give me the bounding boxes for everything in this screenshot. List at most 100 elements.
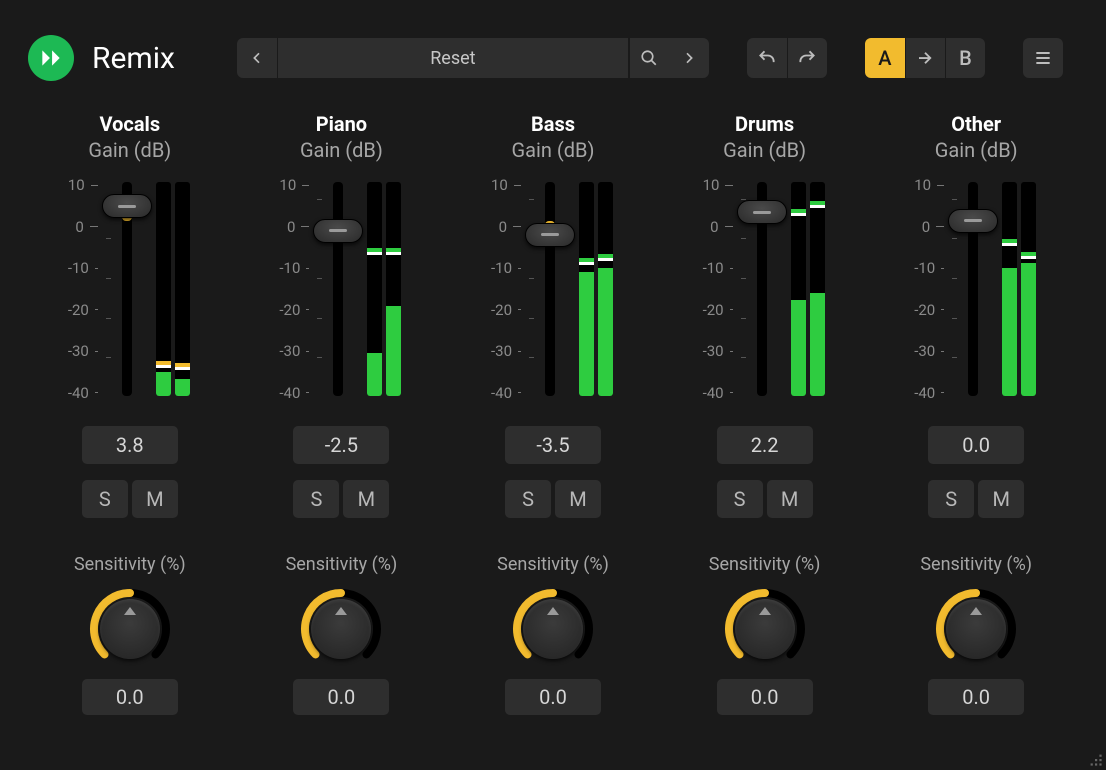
sensitivity-value-input[interactable]: 0.0	[928, 679, 1024, 715]
scale-tick-label: -10	[279, 263, 309, 273]
gain-label: Gain (dB)	[512, 138, 595, 162]
channel-drums: Drums Gain (dB) 100-10-20-30-40 2.2 S M	[659, 112, 871, 715]
sensitivity-value-input[interactable]: 0.0	[293, 679, 389, 715]
scale-tick-label: -20	[491, 305, 521, 315]
gain-label: Gain (dB)	[300, 138, 383, 162]
gain-label: Gain (dB)	[88, 138, 171, 162]
gain-track[interactable]	[545, 182, 555, 396]
solo-mute-row: S M	[82, 480, 178, 518]
menu-button[interactable]	[1023, 38, 1063, 78]
history-controls	[747, 38, 827, 78]
scale-tick-label: -10	[703, 263, 733, 273]
gain-fader-area: 100-10-20-30-40	[70, 180, 190, 398]
sensitivity-value-input[interactable]: 0.0	[505, 679, 601, 715]
knob-indicator-icon	[523, 599, 583, 659]
search-button[interactable]	[629, 38, 669, 78]
solo-button[interactable]: S	[717, 480, 763, 518]
slot-a-button[interactable]: A	[865, 38, 905, 78]
gain-scale: 100-10-20-30-40	[68, 180, 98, 398]
knob-indicator-icon	[100, 599, 160, 659]
level-meter-right	[1021, 182, 1036, 396]
gain-value-input[interactable]: -3.5	[505, 426, 601, 464]
copy-a-to-b-button[interactable]	[905, 38, 945, 78]
mute-button[interactable]: M	[132, 480, 178, 518]
gain-fader-area: 100-10-20-30-40	[705, 180, 825, 398]
gain-fader-area: 100-10-20-30-40	[493, 180, 613, 398]
channel-piano: Piano Gain (dB) 100-10-20-30-40 -2.5 S M	[236, 112, 448, 715]
channel-name: Piano	[316, 112, 367, 136]
scale-tick-label: -30	[279, 346, 309, 356]
channel-name: Other	[951, 112, 1001, 136]
level-meters	[1002, 182, 1036, 396]
gain-thumb[interactable]	[102, 194, 152, 218]
sensitivity-knob[interactable]	[509, 585, 597, 673]
gain-value-input[interactable]: 2.2	[717, 426, 813, 464]
mute-button[interactable]: M	[978, 480, 1024, 518]
preset-label: Reset	[430, 48, 475, 69]
logo: Remix	[28, 35, 175, 81]
gain-fader-area: 100-10-20-30-40	[916, 180, 1036, 398]
level-meters	[791, 182, 825, 396]
undo-button[interactable]	[747, 38, 787, 78]
mute-button[interactable]: M	[343, 480, 389, 518]
knob-indicator-icon	[735, 599, 795, 659]
gain-value-input[interactable]: -2.5	[293, 426, 389, 464]
gain-scale: 100-10-20-30-40	[703, 180, 733, 398]
slot-b-button[interactable]: B	[945, 38, 985, 78]
mute-button[interactable]: M	[767, 480, 813, 518]
solo-mute-row: S M	[505, 480, 601, 518]
channel-other: Other Gain (dB) 100-10-20-30-40 0.0 S M	[870, 112, 1082, 715]
scale-tick-label: -10	[68, 263, 98, 273]
prev-preset-button[interactable]	[237, 38, 277, 78]
scale-tick-label: -20	[703, 305, 733, 315]
app-title: Remix	[92, 41, 175, 76]
gain-value-input[interactable]: 3.8	[82, 426, 178, 464]
solo-button[interactable]: S	[293, 480, 339, 518]
gain-track[interactable]	[757, 182, 767, 396]
gain-thumb[interactable]	[313, 219, 363, 243]
level-meter-right	[386, 182, 401, 396]
solo-button[interactable]: S	[928, 480, 974, 518]
redo-button[interactable]	[787, 38, 827, 78]
gain-track[interactable]	[333, 182, 343, 396]
solo-mute-row: S M	[717, 480, 813, 518]
level-meter-left	[156, 182, 171, 396]
scale-tick-label: -30	[491, 346, 521, 356]
channel-name: Vocals	[100, 112, 161, 136]
sensitivity-value-input[interactable]: 0.0	[82, 679, 178, 715]
preset-selector[interactable]: Reset	[277, 38, 629, 78]
level-meter-right	[810, 182, 825, 396]
sensitivity-value-input[interactable]: 0.0	[717, 679, 813, 715]
sensitivity-label: Sensitivity (%)	[74, 554, 186, 575]
gain-thumb[interactable]	[737, 200, 787, 224]
scale-tick-label: -30	[914, 346, 944, 356]
scale-tick-label: 0	[491, 222, 521, 232]
mute-button[interactable]: M	[555, 480, 601, 518]
level-meter-right	[175, 182, 190, 396]
sensitivity-knob[interactable]	[297, 585, 385, 673]
scale-tick-label: -20	[914, 305, 944, 315]
scale-tick-label: -10	[914, 263, 944, 273]
gain-thumb[interactable]	[948, 209, 998, 233]
scale-tick-label: 10	[279, 180, 309, 190]
scale-tick-label: -40	[68, 388, 98, 398]
scale-tick-label: 10	[914, 180, 944, 190]
resize-grip[interactable]	[1084, 748, 1106, 770]
next-preset-button[interactable]	[669, 38, 709, 78]
gain-track[interactable]	[122, 182, 132, 396]
sensitivity-knob[interactable]	[932, 585, 1020, 673]
sensitivity-knob[interactable]	[721, 585, 809, 673]
gain-track[interactable]	[968, 182, 978, 396]
scale-tick-label: -40	[491, 388, 521, 398]
scale-tick-label: 10	[491, 180, 521, 190]
gain-thumb[interactable]	[525, 223, 575, 247]
sensitivity-knob[interactable]	[86, 585, 174, 673]
scale-tick-label: -40	[279, 388, 309, 398]
header: Remix Reset A B	[0, 0, 1106, 92]
solo-button[interactable]: S	[82, 480, 128, 518]
level-meter-left	[791, 182, 806, 396]
gain-value-input[interactable]: 0.0	[928, 426, 1024, 464]
solo-button[interactable]: S	[505, 480, 551, 518]
scale-tick-label: 10	[68, 180, 98, 190]
solo-mute-row: S M	[293, 480, 389, 518]
